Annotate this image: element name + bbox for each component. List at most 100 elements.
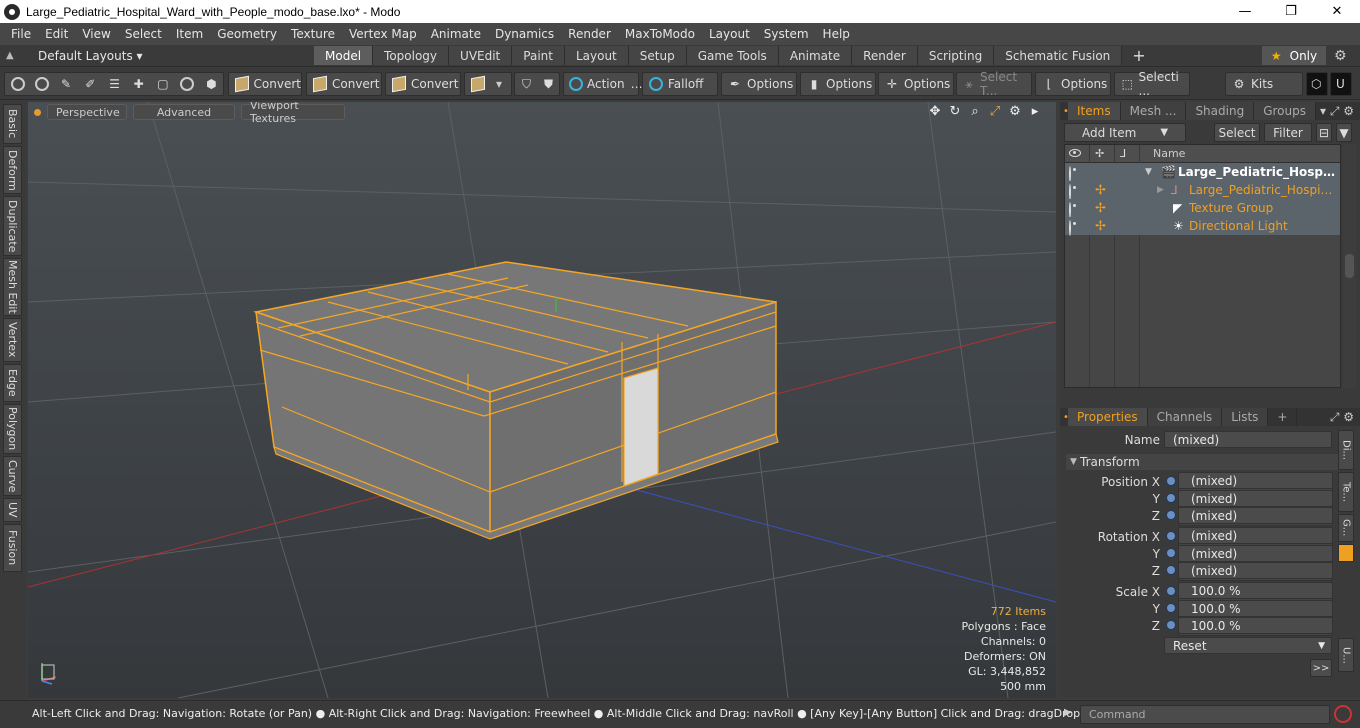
menu-layout[interactable]: Layout — [702, 27, 757, 41]
rotation-z-field[interactable]: (mixed) — [1178, 562, 1333, 579]
tab-lists[interactable]: Lists — [1222, 408, 1269, 426]
perspective-dropdown[interactable]: Perspective — [47, 104, 127, 120]
menu-view[interactable]: View — [75, 27, 117, 41]
rotation-y-dot[interactable] — [1166, 548, 1176, 558]
menu-file[interactable]: File — [4, 27, 38, 41]
viewport-menu-dot[interactable] — [34, 108, 41, 116]
tab-deform[interactable]: Deform — [3, 146, 22, 194]
convert-button-1[interactable]: Convert — [228, 72, 302, 96]
tab-fusion[interactable]: Fusion — [3, 524, 22, 572]
tab-basic[interactable]: Basic — [3, 104, 22, 144]
menu-edit[interactable]: Edit — [38, 27, 75, 41]
unreal-icon[interactable]: U — [1330, 72, 1352, 96]
transform-section-header[interactable]: ▼ Transform — [1066, 454, 1342, 470]
tab-topology[interactable]: Topology — [373, 46, 450, 65]
expand-arrow-icon[interactable]: ▼ — [1145, 167, 1152, 177]
tab-channels[interactable]: Channels — [1147, 408, 1223, 426]
position-x-field[interactable]: (mixed) — [1178, 472, 1333, 489]
viewport-textures-dropdown[interactable]: Viewport Textures — [241, 102, 345, 125]
visibility-eye-icon[interactable] — [1069, 184, 1083, 200]
position-x-dot[interactable] — [1166, 476, 1176, 486]
globe-icon[interactable] — [34, 76, 49, 92]
tab-model[interactable]: Model — [314, 46, 374, 65]
hospital-building-mesh[interactable] — [253, 261, 779, 540]
position-y-dot[interactable] — [1166, 493, 1176, 503]
tab-polygon[interactable]: Polygon — [3, 404, 22, 454]
snap-dropdown[interactable]: ▾ — [464, 72, 512, 96]
convert-button-2[interactable]: Convert — [306, 72, 382, 96]
options-button-1[interactable]: ✒ Options — [721, 72, 797, 96]
close-button[interactable]: ✕ — [1314, 0, 1360, 23]
menu-system[interactable]: System — [757, 27, 816, 41]
tab-curve[interactable]: Curve — [3, 456, 22, 496]
reset-dropdown[interactable]: Reset ▼ — [1164, 637, 1332, 654]
tab-schematic-fusion[interactable]: Schematic Fusion — [994, 46, 1123, 65]
unity-icon[interactable]: ⬡ — [1306, 72, 1328, 96]
scale-z-dot[interactable] — [1166, 620, 1176, 630]
rotation-x-dot[interactable] — [1166, 531, 1176, 541]
gear-icon[interactable]: ⚙ — [1334, 48, 1347, 64]
side-tab-display[interactable]: Di... — [1338, 430, 1354, 470]
polygon-mode-icon[interactable]: ▢ — [155, 76, 170, 92]
funnel-icon[interactable]: ▼ — [1336, 123, 1352, 142]
add-item-dropdown[interactable]: Add Item ▼ — [1064, 123, 1186, 142]
menu-geometry[interactable]: Geometry — [210, 27, 284, 41]
side-tab-texture[interactable]: Te... — [1338, 472, 1354, 512]
transform-icon[interactable]: ✚ — [131, 76, 146, 92]
tab-duplicate[interactable]: Duplicate — [3, 196, 22, 256]
tab-setup[interactable]: Setup — [628, 46, 687, 65]
item-row[interactable]: ✢ ☀ Directional Light — [1065, 217, 1340, 236]
rotation-x-field[interactable]: (mixed) — [1178, 527, 1333, 544]
collapse-icon[interactable]: ⊟ — [1316, 123, 1332, 142]
action-center-button[interactable]: Action… — [563, 72, 643, 96]
position-z-field[interactable]: (mixed) — [1178, 507, 1333, 524]
record-icon[interactable] — [1334, 705, 1352, 723]
scroll-thumb[interactable] — [1345, 254, 1354, 278]
convert-button-3[interactable]: Convert — [385, 72, 461, 96]
tab-mesh[interactable]: Mesh ... — [1120, 102, 1187, 120]
panel-options-icons[interactable]: ▾ ⤢ ⚙ — [1320, 104, 1360, 119]
tab-uvedit[interactable]: UVEdit — [449, 46, 513, 65]
item-row[interactable]: ✢ ▶ ⅃ Large_Pediatric_Hospital_W ... — [1065, 181, 1340, 200]
menu-select[interactable]: Select — [118, 27, 169, 41]
tab-animate[interactable]: Animate — [778, 46, 853, 65]
circle-mode-icon[interactable] — [180, 76, 195, 92]
tab-render[interactable]: Render — [852, 46, 918, 65]
maximize-button[interactable]: ❐ — [1268, 0, 1314, 23]
menu-texture[interactable]: Texture — [284, 27, 342, 41]
items-scrollbar[interactable] — [1343, 144, 1356, 388]
brush-icon[interactable]: ✐ — [83, 76, 98, 92]
tab-groups[interactable]: Groups — [1254, 102, 1316, 120]
expand-arrow-icon[interactable]: ▶ — [1157, 185, 1164, 195]
layers-icon[interactable]: ☰ — [107, 76, 122, 92]
default-layouts-dropdown[interactable]: Default Layouts ▾ — [24, 49, 314, 63]
scale-x-field[interactable]: 100.0 % — [1178, 582, 1333, 599]
menu-dynamics[interactable]: Dynamics — [488, 27, 561, 41]
menu-maxtomodo[interactable]: MaxToModo — [618, 27, 702, 41]
side-tab-active-marker[interactable] — [1338, 544, 1354, 562]
kits-button[interactable]: ⚙ Kits — [1225, 72, 1303, 96]
item-row[interactable]: ✢ ◤ Texture Group — [1065, 199, 1340, 218]
menu-item[interactable]: Item — [169, 27, 210, 41]
position-z-dot[interactable] — [1166, 510, 1176, 520]
visibility-eye-icon[interactable] — [1069, 202, 1083, 218]
rotation-y-field[interactable]: (mixed) — [1178, 545, 1333, 562]
shield-icon[interactable]: ⛉ — [520, 76, 533, 92]
menu-render[interactable]: Render — [561, 27, 618, 41]
name-field[interactable]: (mixed) — [1164, 431, 1332, 448]
tab-scripting[interactable]: Scripting — [917, 46, 995, 65]
pan-icon[interactable]: ✥ — [928, 104, 942, 119]
expand-arrows-icon[interactable]: ▲ — [6, 50, 24, 61]
visibility-eye-icon[interactable] — [1069, 166, 1083, 182]
viewport-gear-icon[interactable]: ⚙ — [1008, 104, 1022, 119]
tab-uv[interactable]: UV — [3, 498, 22, 522]
menu-help[interactable]: Help — [816, 27, 857, 41]
item-mode-icon[interactable]: ⬢ — [204, 76, 219, 92]
pen-icon[interactable]: ✎ — [58, 76, 73, 92]
tab-vertex[interactable]: Vertex — [3, 318, 22, 362]
tab-mesh-edit[interactable]: Mesh Edit — [3, 258, 22, 316]
zoom-icon[interactable]: ⌕ — [968, 104, 982, 119]
scale-y-dot[interactable] — [1166, 603, 1176, 613]
3d-viewport[interactable]: Perspective Advanced Viewport Textures ✥… — [28, 102, 1056, 698]
maximize-viewport-icon[interactable]: ⤢ — [988, 104, 1002, 119]
